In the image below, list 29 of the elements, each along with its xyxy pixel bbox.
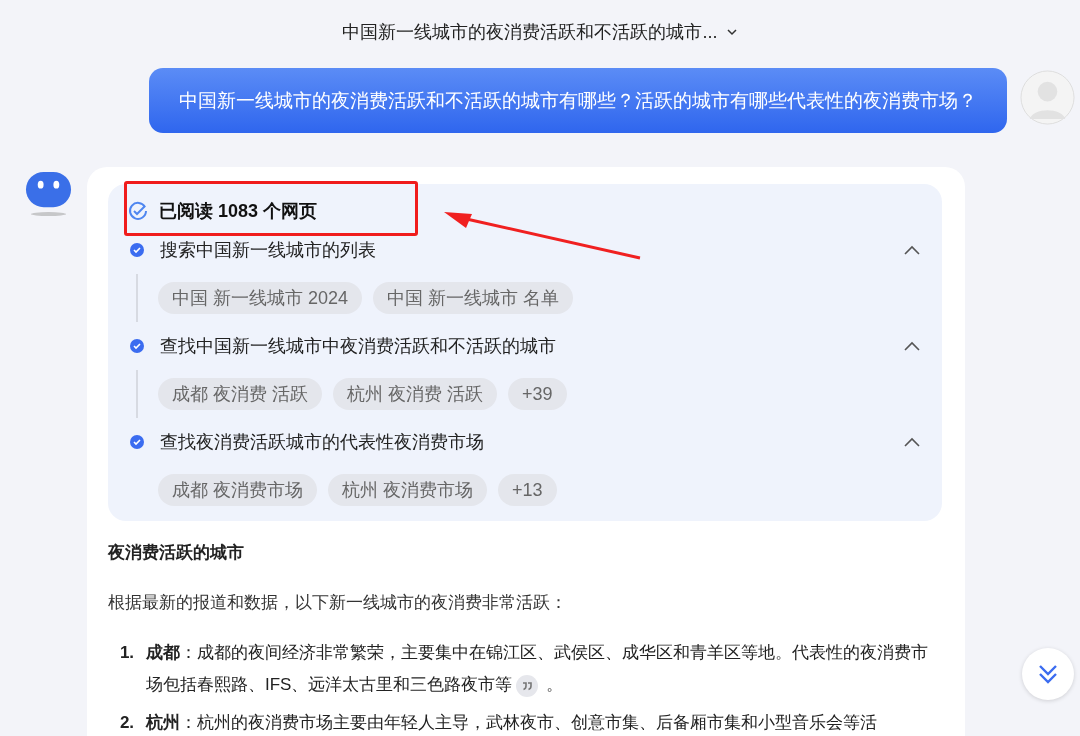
list-item-text: 杭州：杭州的夜消费市场主要由年轻人主导，武林夜市、创意市集、后备厢市集和小型音乐会等活 [146, 712, 878, 734]
conversation-title[interactable]: 中国新一线城市的夜消费活跃和不活跃的城市... [342, 0, 738, 64]
section-heading: 夜消费活跃的城市 [108, 542, 245, 564]
search-query-chip[interactable]: 中国 新一线城市 2024 [158, 282, 363, 314]
list-number: 1. [118, 642, 136, 664]
step-title[interactable]: 搜索中国新一线城市的列表 [160, 238, 904, 262]
step-title[interactable]: 查找中国新一线城市中夜消费活跃和不活跃的城市 [160, 334, 904, 358]
search-query-chip[interactable]: 中国 新一线城市 名单 [373, 282, 574, 314]
pages-read-label: 已阅读 1083 个网页 [159, 200, 318, 223]
chevron-up-icon[interactable] [904, 437, 920, 447]
scroll-down-button[interactable] [1022, 648, 1074, 700]
user-message: 中国新一线城市的夜消费活跃和不活跃的城市有哪些？活跃的城市有哪些代表性的夜消费市场？ [149, 68, 1007, 133]
search-query-chip[interactable]: 成都 夜消费 活跃 [158, 378, 322, 410]
search-query-chip[interactable]: +39 [508, 378, 567, 410]
check-circle-icon [128, 201, 148, 221]
avatar-icon [1020, 70, 1075, 125]
chevron-up-icon[interactable] [904, 341, 920, 351]
chevron-up-icon[interactable] [904, 245, 920, 255]
search-query-chip[interactable]: +13 [498, 474, 557, 506]
list-item-text: 成都：成都的夜间经济非常繁荣，主要集中在锦江区、武侯区、成华区和青羊区等地。代表性的夜消费市场包括春熙路、IFS、远洋太古里和三色路夜市等 。 [146, 637, 942, 701]
robot-avatar-icon [25, 170, 72, 217]
search-query-chip[interactable]: 杭州 夜消费市场 [328, 474, 488, 506]
caret-icon [725, 26, 738, 38]
search-query-chip[interactable]: 成都 夜消费市场 [158, 474, 317, 506]
double-chevron-down-icon [1036, 662, 1060, 686]
intro-paragraph: 根据最新的报道和数据，以下新一线城市的夜消费非常活跃： [108, 592, 568, 614]
list-number: 2. [118, 712, 136, 734]
search-query-chip[interactable]: 杭州 夜消费 活跃 [333, 378, 498, 410]
step-title[interactable]: 查找夜消费活跃城市的代表性夜消费市场 [160, 430, 904, 454]
